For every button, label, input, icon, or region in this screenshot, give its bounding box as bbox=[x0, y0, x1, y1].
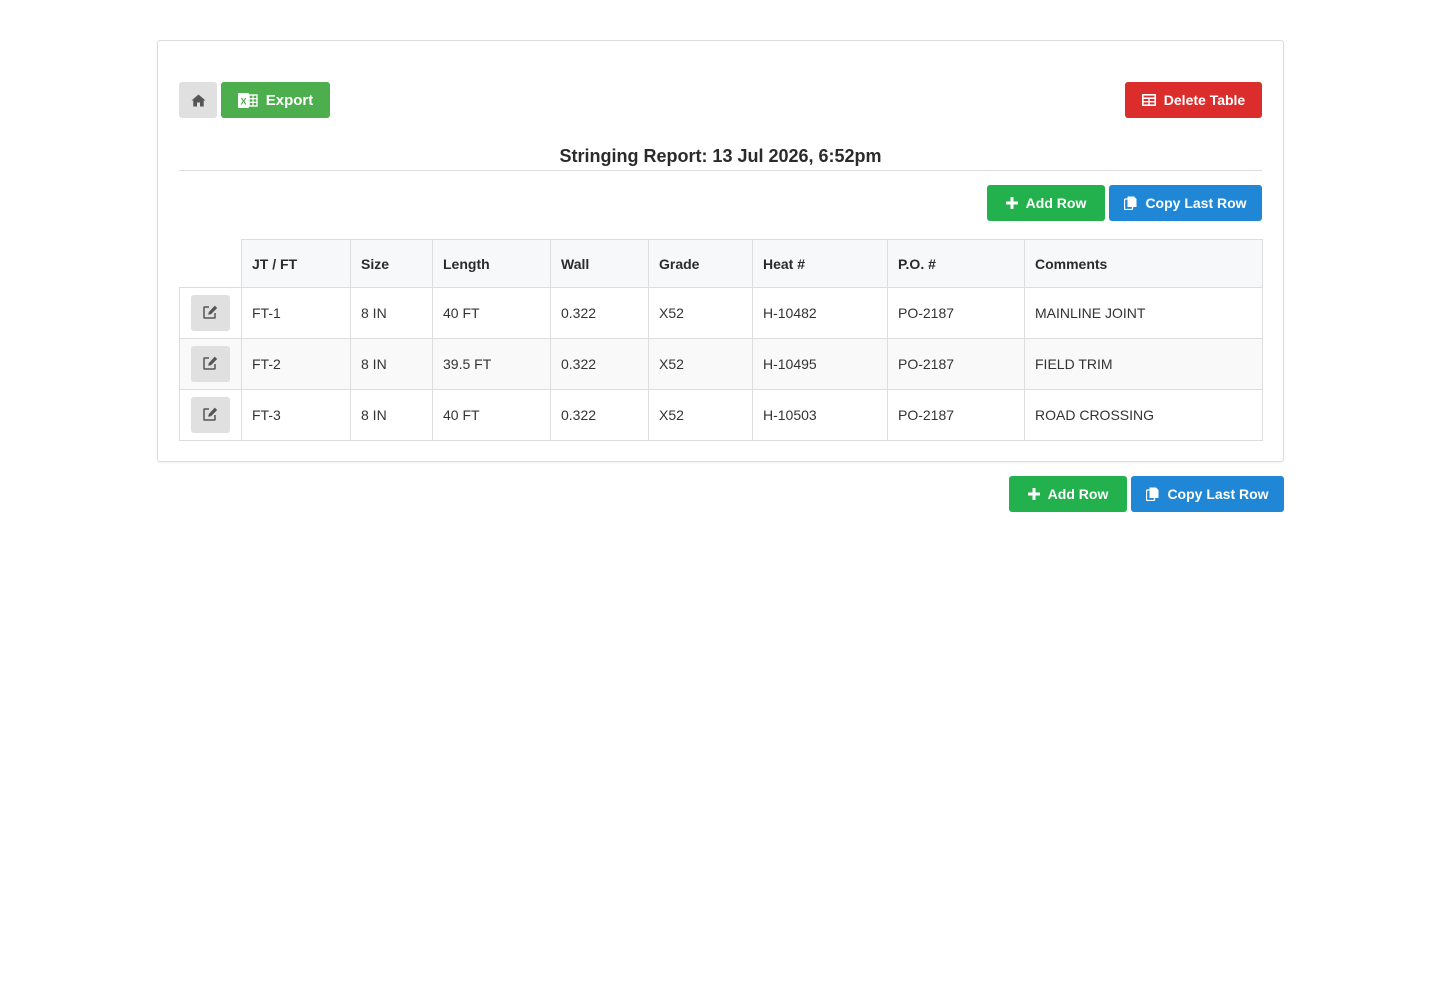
cell-po: PO-2187 bbox=[887, 287, 1025, 339]
copy-last-row-button-bottom[interactable]: Copy Last Row bbox=[1131, 476, 1284, 512]
edit-icon bbox=[203, 356, 218, 373]
cell-grade: X52 bbox=[648, 338, 753, 390]
header-heat[interactable]: Heat # bbox=[752, 239, 888, 288]
svg-text:X: X bbox=[240, 96, 246, 106]
table-row: FT-1 8 IN 40 FT 0.322 X52 H-10482 PO-218… bbox=[179, 287, 1263, 339]
edit-cell bbox=[179, 287, 242, 339]
cell-comments: FIELD TRIM bbox=[1024, 338, 1263, 390]
edit-row-button[interactable] bbox=[191, 295, 230, 331]
excel-icon: X bbox=[237, 92, 258, 109]
add-row-label: Add Row bbox=[1047, 486, 1109, 502]
cell-wall: 0.322 bbox=[550, 287, 649, 339]
edit-row-button[interactable] bbox=[191, 346, 230, 382]
table-row: FT-2 8 IN 39.5 FT 0.322 X52 H-10495 PO-2… bbox=[179, 338, 1263, 390]
cell-comments: MAINLINE JOINT bbox=[1024, 287, 1263, 339]
page-title: Stringing Report: 13 Jul 2026, 6:52pm bbox=[179, 144, 1262, 171]
cell-heat: H-10482 bbox=[752, 287, 888, 339]
copy-last-row-label: Copy Last Row bbox=[1167, 486, 1269, 502]
header-wall[interactable]: Wall bbox=[550, 239, 649, 288]
cell-size: 8 IN bbox=[350, 287, 433, 339]
table-row: FT-3 8 IN 40 FT 0.322 X52 H-10503 PO-218… bbox=[179, 389, 1263, 441]
cell-length: 40 FT bbox=[432, 287, 551, 339]
header-size[interactable]: Size bbox=[350, 239, 433, 288]
header-jt-ft[interactable]: JT / FT bbox=[241, 239, 351, 288]
edit-cell bbox=[179, 338, 242, 390]
copy-last-row-button-top[interactable]: Copy Last Row bbox=[1109, 185, 1262, 221]
add-row-button-bottom[interactable]: Add Row bbox=[1009, 476, 1127, 512]
header-edit-column bbox=[179, 239, 242, 288]
cell-length: 40 FT bbox=[432, 389, 551, 441]
cell-jt-ft: FT-3 bbox=[241, 389, 351, 441]
home-icon bbox=[191, 94, 206, 107]
export-button[interactable]: X Export bbox=[221, 82, 330, 118]
cell-jt-ft: FT-2 bbox=[241, 338, 351, 390]
add-row-button-top[interactable]: Add Row bbox=[987, 185, 1105, 221]
cell-grade: X52 bbox=[648, 287, 753, 339]
cell-size: 8 IN bbox=[350, 389, 433, 441]
cell-length: 39.5 FT bbox=[432, 338, 551, 390]
stringing-table: JT / FT Size Length Wall Grade Heat # P.… bbox=[179, 239, 1263, 441]
table-icon bbox=[1141, 94, 1156, 106]
report-panel: X Export Delete Table Stringing Report: … bbox=[157, 40, 1284, 462]
cell-heat: H-10495 bbox=[752, 338, 888, 390]
cell-wall: 0.322 bbox=[550, 389, 649, 441]
cell-po: PO-2187 bbox=[887, 338, 1025, 390]
edit-icon bbox=[203, 407, 218, 424]
cell-size: 8 IN bbox=[350, 338, 433, 390]
cell-po: PO-2187 bbox=[887, 389, 1025, 441]
delete-table-label: Delete Table bbox=[1163, 92, 1246, 108]
header-po[interactable]: P.O. # bbox=[887, 239, 1025, 288]
plus-icon bbox=[1027, 488, 1040, 500]
edit-icon bbox=[203, 305, 218, 322]
edit-row-button[interactable] bbox=[191, 397, 230, 433]
cell-heat: H-10503 bbox=[752, 389, 888, 441]
header-comments[interactable]: Comments bbox=[1024, 239, 1263, 288]
copy-last-row-label: Copy Last Row bbox=[1145, 195, 1247, 211]
cell-grade: X52 bbox=[648, 389, 753, 441]
header-grade[interactable]: Grade bbox=[648, 239, 753, 288]
delete-table-button[interactable]: Delete Table bbox=[1125, 82, 1262, 118]
cell-wall: 0.322 bbox=[550, 338, 649, 390]
copy-icon bbox=[1146, 487, 1159, 501]
home-button[interactable] bbox=[179, 82, 217, 118]
cell-jt-ft: FT-1 bbox=[241, 287, 351, 339]
stringing-table-wrapper: JT / FT Size Length Wall Grade Heat # P.… bbox=[179, 239, 1263, 441]
copy-icon bbox=[1124, 196, 1137, 210]
add-row-label: Add Row bbox=[1025, 195, 1087, 211]
export-label: Export bbox=[265, 91, 314, 109]
edit-cell bbox=[179, 389, 242, 441]
cell-comments: ROAD CROSSING bbox=[1024, 389, 1263, 441]
header-length[interactable]: Length bbox=[432, 239, 551, 288]
table-header-row: JT / FT Size Length Wall Grade Heat # P.… bbox=[179, 239, 1263, 288]
plus-icon bbox=[1005, 197, 1018, 209]
